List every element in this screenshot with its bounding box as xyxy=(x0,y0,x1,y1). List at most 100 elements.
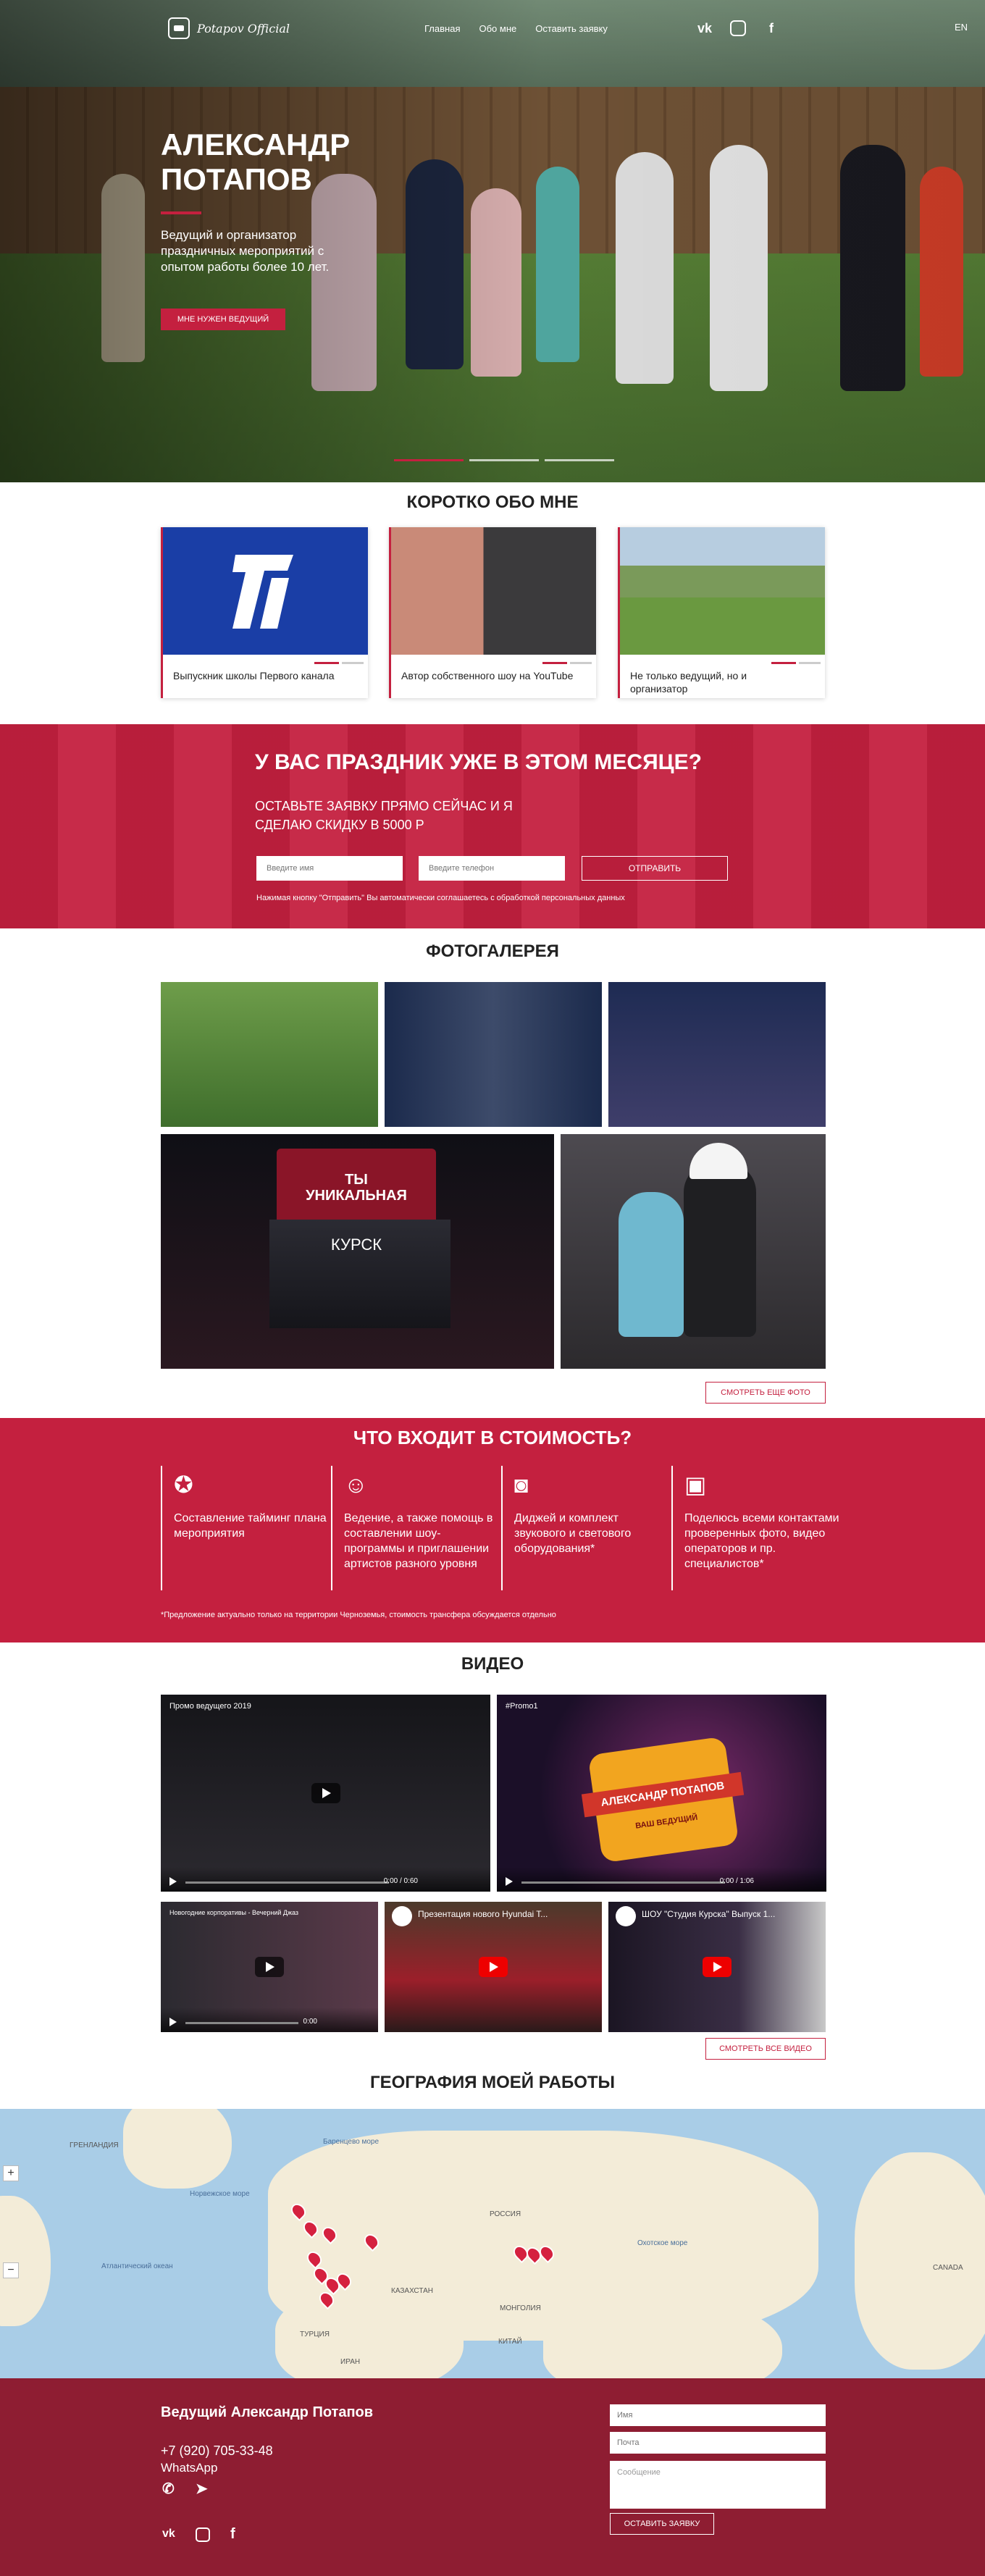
medal-icon: ✪ xyxy=(174,1472,193,1498)
instagram-icon[interactable] xyxy=(196,2527,210,2542)
gallery-photo[interactable] xyxy=(608,982,826,1127)
video-player[interactable]: #Promo1 АЛЕКСАНДР ПОТАПОВ ВАШ ВЕДУЩИЙ 0:… xyxy=(497,1695,826,1892)
price-item-text: Поделюсь всеми контактами проверенных фо… xyxy=(684,1512,839,1570)
gallery-heading: Фотогалерея xyxy=(426,941,559,961)
footer-title: Ведущий Александр Потапов xyxy=(161,2404,374,2420)
gallery-photo[interactable] xyxy=(561,1134,826,1369)
speaker-icon: ◙ xyxy=(514,1472,529,1498)
video-player[interactable]: Промо ведущего 2019 0:00 / 0:60 xyxy=(161,1695,490,1892)
card-indicator xyxy=(570,662,592,664)
promo-subtitle: Оставьте заявку прямо сейчас и я сделаю … xyxy=(255,799,513,832)
video-title: Промо ведущего 2019 xyxy=(169,1702,251,1711)
footer: Ведущий Александр Потапов +7 (920) 705-3… xyxy=(0,2378,985,2576)
header-social: vk f xyxy=(695,16,781,41)
video-player[interactable]: ШОУ "Студия Курска" Выпуск 1... xyxy=(608,1902,826,2032)
video-player[interactable]: Презентация нового Hyundai T... xyxy=(385,1902,602,2032)
map-label: CANADA xyxy=(933,2264,963,2272)
play-button[interactable] xyxy=(703,1957,732,1977)
price-item: ◙ Диджей и комплект звукового и световог… xyxy=(501,1466,671,1590)
footer-submit-button[interactable]: Оставить заявку xyxy=(610,2513,714,2535)
price-item: ▣ Поделюсь всеми контактами проверенных … xyxy=(671,1466,841,1590)
about-card-caption: Выпускник школы Первого канала xyxy=(173,670,335,681)
zoom-out-button[interactable]: − xyxy=(3,2262,19,2278)
all-videos-button[interactable]: Смотреть все видео xyxy=(705,2038,826,2060)
photo-stage-city: КУРСК xyxy=(330,1235,382,1254)
slider-dot[interactable] xyxy=(469,459,539,461)
price-item-text: Диджей и комплект звукового и светового … xyxy=(514,1512,632,1555)
video-title: Презентация нового Hyundai T... xyxy=(418,1909,548,1919)
map-label: РОССИЯ xyxy=(490,2210,521,2218)
youtube-show-image xyxy=(391,527,596,655)
card-indicator xyxy=(771,662,796,664)
map-label: Норвежское море xyxy=(190,2190,250,2198)
map-label: ИРАН xyxy=(340,2358,361,2366)
work-map[interactable]: ГРЕНЛАНДИЯ Норвежское море Баренцево мор… xyxy=(0,2109,985,2378)
menu-item-home[interactable]: Главная xyxy=(424,23,460,34)
zoom-in-button[interactable]: + xyxy=(3,2165,19,2181)
footer-message-input[interactable]: Сообщение xyxy=(610,2461,826,2509)
card-indicator xyxy=(542,662,567,664)
map-label: Атлантический океан xyxy=(101,2262,173,2270)
card-indicator xyxy=(799,662,821,664)
promo-consent-note: Нажимая кнопку "Отправить" Вы автоматиче… xyxy=(256,894,625,902)
language-switch[interactable]: EN xyxy=(955,22,968,33)
slider-dot[interactable] xyxy=(394,459,464,461)
footer-whatsapp[interactable]: WhatsApp xyxy=(161,2461,217,2475)
hero-overlay xyxy=(0,0,985,482)
about-card-caption: Не только ведущий, но и организатор xyxy=(630,670,747,695)
video-player[interactable]: Новогодние корпоративы - Вечерний Джаз 0… xyxy=(161,1902,378,2032)
play-button[interactable] xyxy=(255,1957,284,1977)
video-controls[interactable]: 0:00 xyxy=(161,2007,378,2032)
slider-dots xyxy=(394,459,614,461)
menu-item-request[interactable]: Оставить заявку xyxy=(535,23,608,34)
hero-title: Александр Потапов xyxy=(161,127,351,196)
facebook-icon[interactable]: f xyxy=(230,2526,235,2543)
hero-section: Potapov Official Главная Обо мне Оставит… xyxy=(0,0,985,482)
promo-name-input[interactable] xyxy=(256,856,403,881)
video-heading: Видео xyxy=(461,1654,524,1674)
about-card: Выпускник школы Первого канала xyxy=(161,527,368,698)
about-heading: Коротко обо мне xyxy=(406,492,579,512)
video-controls[interactable]: 0:00 / 1:06 xyxy=(497,1867,826,1892)
footer-email-input[interactable] xyxy=(610,2432,826,2454)
gallery-photo[interactable] xyxy=(385,982,602,1127)
footer-phone[interactable]: +7 (920) 705-33-48 xyxy=(161,2443,273,2459)
about-card-caption: Автор собственного шоу на YouTube xyxy=(401,670,574,681)
logo-icon xyxy=(168,17,190,39)
whatsapp-icon[interactable]: ✆ xyxy=(162,2480,175,2498)
promo-send-button[interactable]: Отправить xyxy=(582,856,728,881)
hero-subtitle: Ведущий и организатор праздничных меропр… xyxy=(161,228,330,274)
price-section: Что входит в стоимость? ✪ Составление та… xyxy=(0,1418,985,1642)
about-card: Не только ведущий, но и организатор xyxy=(618,527,825,698)
price-item-text: Ведение, а также помощь в составлении шо… xyxy=(344,1512,493,1570)
telegram-icon[interactable]: ➤ xyxy=(196,2480,208,2498)
promo-section: У вас праздник уже в этом месяце? Оставь… xyxy=(0,724,985,928)
gallery-photo[interactable] xyxy=(161,982,378,1127)
map-label: КИТАЙ xyxy=(498,2338,522,2346)
facebook-icon[interactable]: f xyxy=(762,21,781,36)
gallery-photo[interactable]: ТЫ УНИКАЛЬНАЯ КУРСК xyxy=(161,1134,554,1369)
video-title: Новогодние корпоративы - Вечерний Джаз xyxy=(169,1909,299,1916)
play-button[interactable] xyxy=(479,1957,508,1977)
channel-avatar xyxy=(392,1906,412,1926)
play-button[interactable] xyxy=(311,1783,340,1803)
need-host-button[interactable]: Мне нужен ведущий xyxy=(161,309,285,330)
hero-divider xyxy=(161,211,201,214)
price-item-text: Составление тайминг плана мероприятия xyxy=(174,1512,327,1540)
vk-icon[interactable]: vk xyxy=(695,21,714,36)
logo[interactable]: Potapov Official xyxy=(168,16,290,41)
vk-icon[interactable]: vk xyxy=(162,2527,175,2541)
video-controls[interactable]: 0:00 / 0:60 xyxy=(161,1867,490,1892)
promo-phone-input[interactable] xyxy=(419,856,565,881)
video-title: #Promo1 xyxy=(506,1702,538,1711)
menu-item-about[interactable]: Обо мне xyxy=(479,23,516,34)
price-item: ✪ Составление тайминг плана мероприятия xyxy=(161,1466,330,1590)
slider-dot[interactable] xyxy=(545,459,614,461)
card-indicator xyxy=(314,662,339,664)
price-heading: Что входит в стоимость? xyxy=(353,1427,632,1448)
footer-name-input[interactable] xyxy=(610,2404,826,2426)
instagram-icon[interactable] xyxy=(730,20,746,36)
price-item: ☺ Ведение, а также помощь в составлении … xyxy=(331,1466,500,1590)
card-indicator xyxy=(342,662,364,664)
more-photos-button[interactable]: Смотреть еще фото xyxy=(705,1382,826,1404)
